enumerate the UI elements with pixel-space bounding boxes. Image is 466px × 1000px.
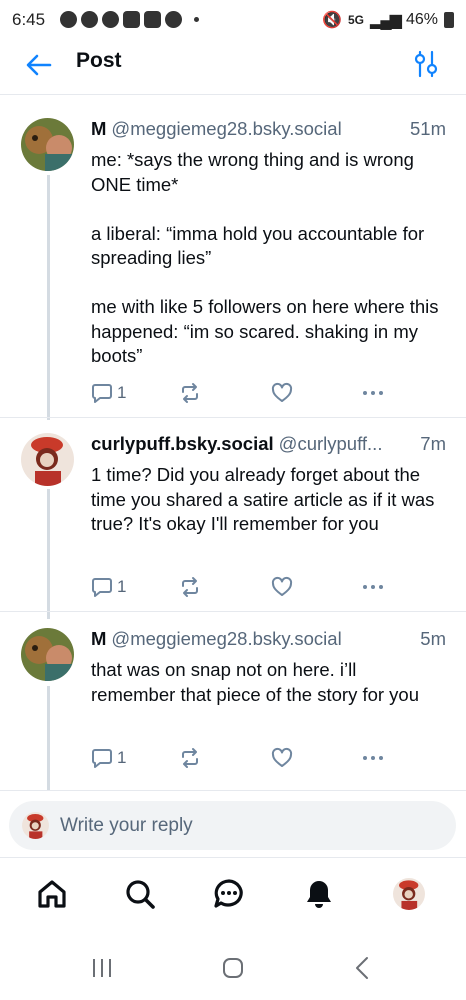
post-timestamp: 51m (410, 118, 446, 139)
profile-avatar (393, 878, 425, 910)
reply-count: 1 (117, 748, 127, 767)
sliders-icon[interactable] (414, 50, 438, 78)
search-icon (126, 880, 155, 909)
whatsapp-icon (102, 11, 119, 28)
post-timestamp: 7m (420, 433, 446, 454)
network-indicator: 5G (348, 13, 365, 27)
repost-button[interactable] (179, 745, 201, 771)
nav-notifications[interactable] (301, 876, 337, 912)
speech-bubble-icon (92, 749, 112, 768)
bell-icon (307, 881, 331, 908)
back-button-icon[interactable] (352, 955, 372, 981)
nav-chat[interactable] (211, 876, 247, 912)
post-meta: curlypuff.bsky.social @curlypuff... 7m (91, 433, 446, 455)
snapchat-icon (123, 11, 140, 28)
like-button[interactable] (271, 745, 293, 771)
bottom-nav (0, 857, 466, 937)
reply-count: 1 (117, 577, 127, 596)
snapchat-icon (144, 11, 161, 28)
heart-icon (271, 747, 293, 767)
ellipsis-icon (363, 391, 383, 395)
post-text: 1 time? Did you already forget about the… (91, 464, 440, 534)
messenger-icon (165, 11, 182, 28)
chat-icon (214, 879, 243, 908)
reply-placeholder[interactable]: Write your reply (60, 815, 193, 837)
post-text: me: *says the wrong thing and is wrong O… (91, 149, 439, 366)
recent-apps-icon[interactable] (90, 955, 114, 981)
repost-arrows-icon (182, 577, 198, 597)
battery-level: 46% (405, 11, 438, 28)
more-notifications-dot-icon (194, 17, 199, 22)
nav-home[interactable] (34, 876, 70, 912)
more-options-button[interactable] (361, 380, 385, 406)
post-divider (0, 611, 466, 612)
more-options-button[interactable] (361, 745, 385, 771)
ellipsis-icon (363, 756, 383, 760)
reply-button[interactable]: 1 (91, 574, 126, 600)
heart-icon (271, 576, 293, 596)
status-bar: 6:45 🔇 5G ▂▄▆ 46% (0, 0, 466, 40)
author-handle[interactable]: @meggiemeg28.bsky.social (111, 628, 341, 650)
reply-composer[interactable]: Write your reply (9, 801, 456, 850)
author-name[interactable]: curlypuff.bsky.social (91, 433, 274, 455)
author-name[interactable]: M (91, 118, 106, 140)
like-button[interactable] (271, 380, 293, 406)
author-handle[interactable]: @meggiemeg28.bsky.social (111, 118, 341, 140)
nav-search[interactable] (122, 876, 158, 912)
post-meta: M @meggiemeg28.bsky.social 5m (91, 628, 446, 650)
messenger-icon (81, 11, 98, 28)
post-actions: 1 (91, 574, 401, 600)
ellipsis-icon (363, 585, 383, 589)
avatar[interactable] (21, 118, 74, 171)
post-meta: M @meggiemeg28.bsky.social 51m (91, 118, 446, 140)
like-button[interactable] (271, 574, 293, 600)
home-button-icon[interactable] (220, 955, 246, 981)
avatar (22, 812, 49, 839)
post-text: that was on snap not on here. i’ll remem… (91, 659, 420, 705)
speech-bubble-icon (92, 578, 112, 597)
post-item[interactable]: M @meggiemeg28.bsky.social 51m me: *says… (0, 118, 466, 418)
heart-icon (271, 382, 293, 402)
repost-arrows-icon (182, 383, 198, 403)
status-right: 🔇 5G ▂▄▆ 46% (322, 10, 454, 30)
post-item[interactable]: M @meggiemeg28.bsky.social 5m that was o… (0, 628, 466, 788)
post-item[interactable]: curlypuff.bsky.social @curlypuff... 7m 1… (0, 433, 466, 613)
mute-icon: 🔇 (322, 12, 342, 29)
post-header: Post (0, 40, 466, 95)
author-name[interactable]: M (91, 628, 106, 650)
repost-button[interactable] (179, 574, 201, 600)
speech-bubble-icon (92, 384, 112, 403)
avatar[interactable] (21, 628, 74, 681)
page-title: Post (76, 49, 122, 72)
status-time: 6:45 (12, 10, 46, 29)
author-handle[interactable]: @curlypuff... (279, 433, 383, 455)
more-options-button[interactable] (361, 574, 385, 600)
reply-count: 1 (117, 383, 127, 402)
reply-button[interactable]: 1 (91, 745, 126, 771)
repost-button[interactable] (179, 380, 201, 406)
avatar[interactable] (21, 433, 74, 486)
repost-arrows-icon (182, 748, 198, 768)
post-timestamp: 5m (420, 628, 446, 649)
arrow-left-icon[interactable] (24, 50, 54, 80)
post-actions: 1 (91, 745, 401, 771)
battery-icon (444, 12, 454, 28)
notification-icons (60, 11, 199, 28)
reply-button[interactable]: 1 (91, 380, 126, 406)
signal-icon: ▂▄▆ (370, 12, 402, 29)
post-divider (0, 790, 466, 791)
nav-profile[interactable] (391, 876, 427, 912)
post-actions: 1 (91, 380, 401, 406)
post-divider (0, 417, 466, 418)
system-nav (0, 937, 466, 1000)
snapchat-icon (60, 11, 77, 28)
home-icon (38, 880, 66, 908)
